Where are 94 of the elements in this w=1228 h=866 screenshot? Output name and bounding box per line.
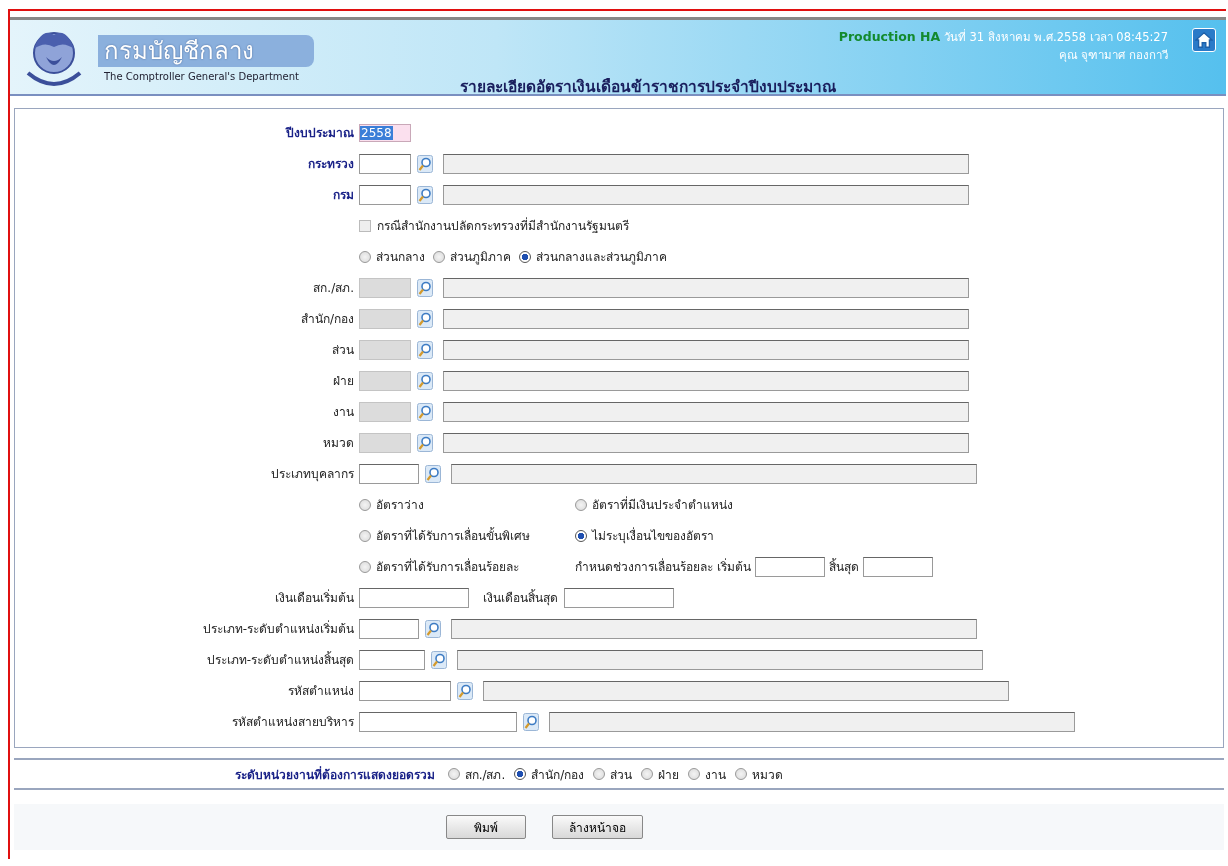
search-icon[interactable] [431, 650, 447, 669]
radio-label[interactable]: สก./สภ. [464, 764, 506, 784]
summary-label: ระดับหน่วยงานที่ต้องการแสดงยอดรวม [234, 765, 435, 784]
field-label: กระทรวง [308, 157, 354, 171]
radio-button[interactable] [433, 250, 445, 263]
radio-label[interactable]: อัตราว่าง [376, 495, 424, 514]
search-icon[interactable] [425, 464, 441, 483]
field-label: ฝ่าย [333, 374, 354, 388]
page-title: รายละเอียดอัตราเงินเดือนข้าราชการประจำปีงบประมาณ [460, 77, 836, 94]
code-field[interactable] [359, 153, 411, 174]
radio-button[interactable] [575, 529, 587, 542]
radio-label[interactable]: ส่วนกลางและส่วนภูมิภาค [536, 247, 667, 266]
home-button[interactable] [1192, 28, 1216, 52]
name-field[interactable] [443, 401, 969, 422]
range-end-label: สิ้นสุด [828, 557, 859, 576]
code-field[interactable] [359, 649, 425, 670]
logo-title: กรมบัญชีกลาง [98, 34, 314, 67]
action-button[interactable]: พิมพ์ [445, 815, 526, 839]
date-time: วันที่ 31 สิงหาคม พ.ศ.2558 เวลา 08:45:27 [943, 30, 1168, 44]
name-field[interactable] [451, 463, 977, 484]
radio-label[interactable]: ส่วนกลาง [376, 247, 425, 266]
search-icon[interactable] [457, 681, 473, 700]
field-label: ปีงบประมาณ [286, 126, 354, 140]
name-field[interactable] [443, 339, 969, 360]
radio-label[interactable]: อัตราที่ได้รับการเลื่อนร้อยละ [376, 557, 519, 576]
range-label: กำหนดช่วงการเลื่อนร้อยละ เริ่มต้น [575, 557, 751, 576]
field-label: กรม [333, 188, 354, 202]
name-field[interactable] [549, 711, 1075, 732]
code-field[interactable] [359, 680, 451, 701]
name-field[interactable] [443, 308, 969, 329]
radio-button[interactable] [735, 768, 748, 780]
name-field[interactable] [443, 432, 969, 453]
search-icon[interactable] [417, 402, 433, 421]
code-field[interactable] [359, 184, 411, 205]
field-label: สำนัก/กอง [300, 312, 354, 326]
field-label: ส่วน [332, 343, 354, 357]
name-field[interactable] [483, 680, 1009, 701]
field-label: ประเภทบุคลากร [271, 467, 354, 481]
field-label: รหัสตำแหน่งสายบริหาร [232, 715, 354, 729]
radio-button[interactable] [641, 768, 654, 780]
name-field[interactable] [451, 618, 977, 639]
range-end-field[interactable] [862, 556, 933, 577]
field-label: หมวด [323, 436, 354, 450]
radio-label[interactable]: งาน [705, 764, 727, 784]
environment-label: Production HA [838, 29, 941, 44]
search-icon[interactable] [425, 619, 441, 638]
name-field[interactable] [443, 153, 969, 174]
radio-label[interactable]: อัตราที่ได้รับการเลื่อนขั้นพิเศษ [376, 526, 530, 545]
radio-label[interactable]: สำนัก/กอง [531, 764, 585, 784]
user-name: คุณ จุฑามาศ กองกาวี [1057, 47, 1168, 64]
radio-button[interactable] [359, 529, 371, 542]
name-field[interactable] [443, 370, 969, 391]
search-icon[interactable] [417, 371, 433, 390]
radio-label[interactable]: ฝ่าย [658, 764, 680, 784]
action-button[interactable]: ล้างหน้าจอ [551, 815, 643, 839]
search-icon[interactable] [417, 309, 433, 328]
logo-subtitle: The Comptroller General's Department [103, 69, 300, 82]
search-icon[interactable] [523, 712, 539, 731]
radio-button[interactable] [359, 560, 371, 573]
field-label: ประเภท-ระดับตำแหน่งเริ่มต้น [202, 622, 354, 636]
field-label: เงินเดือนสิ้นสุด [483, 588, 558, 607]
name-field[interactable] [443, 184, 969, 205]
radio-label[interactable]: ไม่ระบุเงื่อนไขของอัตรา [592, 526, 714, 545]
radio-button[interactable] [575, 498, 587, 511]
radio-label[interactable]: ส่วนภูมิภาค [450, 247, 511, 266]
range-start-field[interactable] [754, 556, 825, 577]
field-label: ประเภท-ระดับตำแหน่งสิ้นสุด [206, 653, 354, 667]
search-icon[interactable] [417, 278, 433, 297]
radio-button[interactable] [593, 768, 606, 780]
search-icon[interactable] [417, 185, 433, 204]
field-label: สก./สภ. [313, 281, 354, 295]
search-icon[interactable] [417, 340, 433, 359]
radio-label[interactable]: อัตราที่มีเงินประจำตำแหน่ง [592, 495, 733, 514]
field-label: เงินเดือนเริ่มต้น [275, 591, 354, 605]
radio-button[interactable] [359, 498, 371, 511]
year-field[interactable]: 2558 [359, 123, 411, 142]
search-icon[interactable] [417, 154, 433, 173]
salary-end-field[interactable] [564, 587, 674, 608]
salary-start-field[interactable] [359, 587, 469, 608]
code-field[interactable] [359, 618, 419, 639]
radio-label[interactable]: ส่วน [610, 764, 633, 784]
radio-button[interactable] [688, 768, 701, 780]
radio-button[interactable] [447, 768, 460, 780]
radio-button[interactable] [359, 250, 371, 263]
field-label: รหัสตำแหน่ง [288, 684, 354, 698]
search-icon[interactable] [417, 433, 433, 452]
name-field[interactable] [457, 649, 983, 670]
code-field[interactable] [359, 711, 517, 732]
name-field[interactable] [443, 277, 969, 298]
code-field[interactable] [359, 463, 419, 484]
radio-label[interactable]: หมวด [752, 764, 784, 784]
field-label: งาน [333, 405, 354, 419]
radio-button[interactable] [514, 768, 527, 780]
radio-button[interactable] [519, 250, 531, 263]
